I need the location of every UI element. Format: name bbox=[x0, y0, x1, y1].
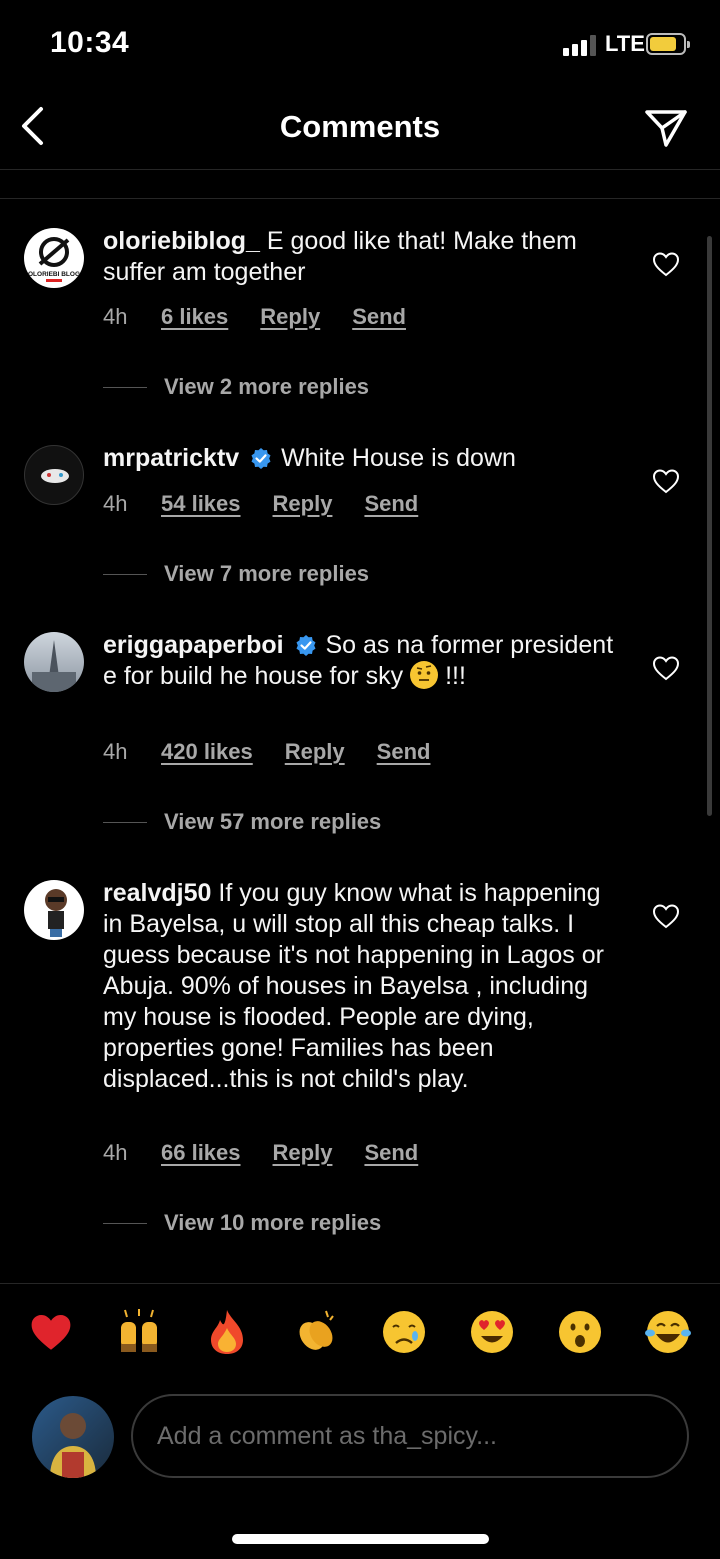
raised-eyebrow-emoji-icon bbox=[410, 661, 439, 689]
comment-body: mrpatricktv White House is down bbox=[103, 443, 623, 474]
reply-button[interactable]: Reply bbox=[273, 491, 333, 517]
avatar-logo-text: OLORIEBI BLOG bbox=[28, 271, 80, 278]
divider bbox=[0, 198, 720, 199]
likes-link[interactable]: 420 likes bbox=[161, 739, 253, 765]
comment-body: eriggapaperboi So as na former president… bbox=[103, 630, 623, 692]
replies-divider bbox=[103, 573, 147, 575]
view-replies-label: View 2 more replies bbox=[164, 374, 370, 399]
quick-emoji-bar bbox=[0, 1306, 720, 1366]
comment-meta: 4h 420 likes Reply Send bbox=[103, 739, 462, 765]
avatar[interactable] bbox=[24, 880, 84, 940]
comment-time: 4h bbox=[103, 1140, 128, 1165]
view-replies-label: View 7 more replies bbox=[164, 561, 370, 586]
comment-text: If you guy know what is happening in Bay… bbox=[103, 879, 604, 1093]
verified-badge-icon bbox=[251, 448, 271, 469]
view-replies-button[interactable]: View 2 more replies bbox=[103, 374, 369, 400]
fire-icon bbox=[211, 1310, 243, 1354]
header: Comments bbox=[0, 90, 720, 170]
status-bar: 10:34 LTE bbox=[0, 0, 720, 90]
network-label: LTE bbox=[605, 31, 645, 56]
heart-icon[interactable] bbox=[652, 903, 680, 929]
tower-photo-icon bbox=[32, 640, 76, 692]
replies-divider bbox=[103, 386, 147, 388]
verified-badge-icon bbox=[296, 635, 316, 656]
paper-plane-icon bbox=[645, 110, 687, 147]
battery-icon bbox=[646, 33, 690, 55]
reply-button[interactable]: Reply bbox=[285, 739, 345, 765]
likes-link[interactable]: 54 likes bbox=[161, 491, 241, 517]
surprised-face-icon bbox=[559, 1311, 601, 1353]
view-replies-label: View 57 more replies bbox=[164, 809, 382, 834]
raising-hands-emoji-button[interactable] bbox=[113, 1306, 165, 1358]
view-replies-button[interactable]: View 10 more replies bbox=[103, 1210, 381, 1236]
red-heart-icon bbox=[31, 1315, 71, 1350]
view-replies-label: View 10 more replies bbox=[164, 1210, 382, 1235]
profile-photo-icon bbox=[50, 1413, 96, 1478]
user-avatar[interactable] bbox=[32, 1396, 114, 1478]
comment-username[interactable]: oloriebiblog_ bbox=[103, 227, 260, 255]
reply-button[interactable]: Reply bbox=[273, 1140, 333, 1166]
heart-icon[interactable] bbox=[652, 468, 680, 494]
likes-link[interactable]: 6 likes bbox=[161, 304, 228, 330]
avatar[interactable] bbox=[24, 632, 84, 692]
comments-screen: 10:34 LTE Comments OLORIEBI BLOG olorieb… bbox=[0, 0, 720, 1559]
comment-body: realvdj50 If you guy know what is happen… bbox=[103, 878, 623, 1095]
send-button[interactable]: Send bbox=[364, 491, 418, 517]
comment-username[interactable]: mrpatricktv bbox=[103, 444, 239, 472]
clapping-emoji-button[interactable] bbox=[290, 1306, 342, 1358]
tears-of-joy-face-icon bbox=[645, 1311, 691, 1353]
scrollbar[interactable] bbox=[707, 236, 712, 816]
dj-cartoon-icon bbox=[45, 889, 67, 937]
raising-hands-icon bbox=[121, 1309, 157, 1352]
comment-time: 4h bbox=[103, 304, 128, 329]
home-indicator[interactable] bbox=[232, 1534, 489, 1544]
divider bbox=[0, 1283, 720, 1284]
signal-strength-icon bbox=[563, 34, 599, 56]
comment-meta: 4h 66 likes Reply Send bbox=[103, 1140, 450, 1166]
view-replies-button[interactable]: View 7 more replies bbox=[103, 561, 369, 587]
view-replies-button[interactable]: View 57 more replies bbox=[103, 809, 381, 835]
heart-emoji-button[interactable] bbox=[25, 1306, 77, 1358]
crying-emoji-button[interactable] bbox=[378, 1306, 430, 1358]
send-button[interactable]: Send bbox=[364, 1140, 418, 1166]
comment-text: White House is down bbox=[281, 444, 516, 472]
channel-logo-icon bbox=[41, 469, 69, 483]
heart-eyes-face-icon bbox=[471, 1311, 513, 1353]
page-title: Comments bbox=[279, 109, 441, 144]
comment-meta: 4h 54 likes Reply Send bbox=[103, 491, 450, 517]
replies-divider bbox=[103, 821, 147, 823]
avatar[interactable]: OLORIEBI BLOG bbox=[24, 228, 84, 288]
crying-face-icon bbox=[383, 1311, 425, 1353]
laughing-emoji-button[interactable] bbox=[642, 1306, 694, 1358]
comment-body: oloriebiblog_ E good like that! Make the… bbox=[103, 226, 623, 288]
surprised-emoji-button[interactable] bbox=[554, 1306, 606, 1358]
heart-icon[interactable] bbox=[652, 655, 680, 681]
send-button[interactable]: Send bbox=[377, 739, 431, 765]
comment-input[interactable] bbox=[131, 1394, 689, 1478]
comment-meta: 4h 6 likes Reply Send bbox=[103, 304, 438, 330]
clapping-hands-icon bbox=[299, 1310, 334, 1350]
status-time: 10:34 bbox=[50, 26, 130, 59]
avatar[interactable] bbox=[24, 445, 84, 505]
comment-username[interactable]: realvdj50 bbox=[103, 879, 211, 907]
comment-text-suffix: !!! bbox=[445, 662, 466, 690]
heart-eyes-emoji-button[interactable] bbox=[466, 1306, 518, 1358]
comment-time: 4h bbox=[103, 739, 128, 764]
send-button[interactable]: Send bbox=[352, 304, 406, 330]
likes-link[interactable]: 66 likes bbox=[161, 1140, 241, 1166]
reply-button[interactable]: Reply bbox=[260, 304, 320, 330]
comment-username[interactable]: eriggapaperboi bbox=[103, 631, 284, 659]
comment-time: 4h bbox=[103, 491, 128, 516]
share-button[interactable] bbox=[640, 104, 692, 152]
heart-icon[interactable] bbox=[652, 251, 680, 277]
blog-logo-icon: OLORIEBI BLOG bbox=[28, 237, 80, 282]
replies-divider bbox=[103, 1222, 147, 1224]
fire-emoji-button[interactable] bbox=[201, 1306, 253, 1358]
